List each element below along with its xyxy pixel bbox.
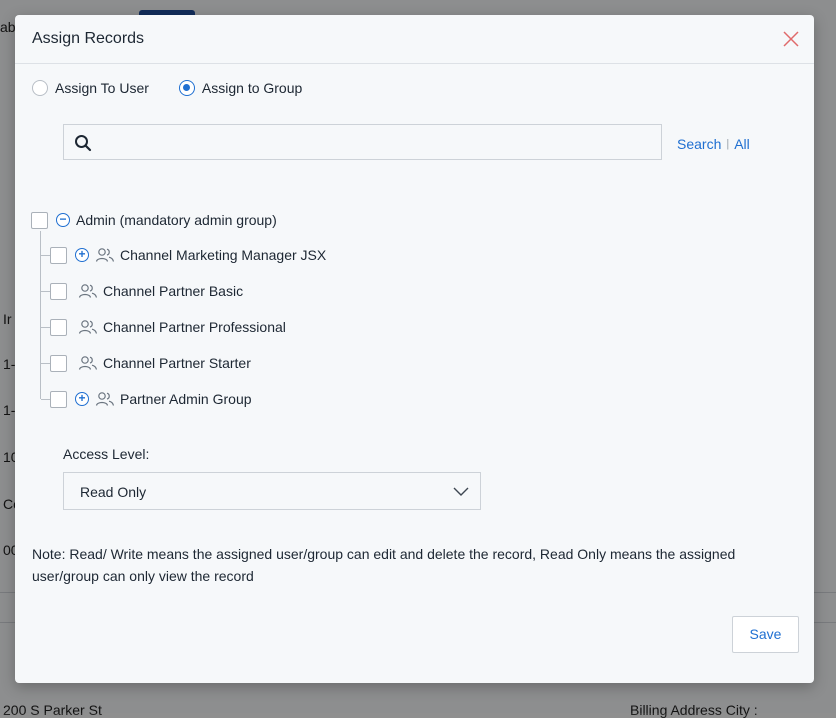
tree-connector xyxy=(41,363,50,364)
user-group-icon xyxy=(78,356,98,370)
user-group-icon xyxy=(78,320,98,334)
access-level-select[interactable]: Read Only xyxy=(63,472,481,510)
chevron-down-icon xyxy=(453,487,469,496)
tree-node-channel-partner-basic: Channel Partner Basic xyxy=(50,281,243,301)
user-group-icon xyxy=(95,248,115,262)
tree-connector xyxy=(40,231,41,399)
group-tree: − Admin (mandatory admin group) + Channe… xyxy=(31,210,531,430)
tree-node-channel-partner-starter: Channel Partner Starter xyxy=(50,353,251,373)
tree-node-channel-partner-professional: Channel Partner Professional xyxy=(50,317,286,337)
tree-node-label: Partner Admin Group xyxy=(120,391,252,407)
tree-connector xyxy=(41,255,50,256)
tree-node-checkbox[interactable] xyxy=(50,246,67,264)
tree-node-label: Channel Partner Professional xyxy=(103,319,286,335)
tree-node-channel-marketing-manager-jsx: + Channel Marketing Manager JSX xyxy=(50,245,326,265)
tree-node-label: Channel Marketing Manager JSX xyxy=(120,247,327,263)
assign-to-user-label: Assign To User xyxy=(55,80,149,96)
tree-node-checkbox[interactable] xyxy=(50,318,67,336)
assign-to-group-label: Assign to Group xyxy=(201,80,303,96)
tree-node-checkbox[interactable] xyxy=(50,282,67,300)
assign-to-group-option[interactable]: Assign to Group xyxy=(178,80,303,96)
assign-to-user-option[interactable]: Assign To User xyxy=(32,80,149,96)
save-button[interactable]: Save xyxy=(732,616,799,653)
tree-node-checkbox[interactable] xyxy=(50,390,67,408)
tree-node-label: Admin (mandatory admin group) xyxy=(76,212,277,228)
search-links: Search | All xyxy=(677,136,750,152)
assign-to-group-radio[interactable] xyxy=(178,80,195,96)
assign-to-user-radio[interactable] xyxy=(32,80,48,96)
search-field[interactable] xyxy=(63,124,662,161)
assign-type-radio-group: Assign To User Assign to Group xyxy=(32,80,332,96)
search-icon xyxy=(75,135,92,152)
expand-icon[interactable]: + xyxy=(75,392,89,406)
all-link[interactable]: All xyxy=(734,136,750,152)
tree-node-partner-admin-group: + Partner Admin Group xyxy=(50,389,252,409)
assign-records-modal: Assign Records Assign To User Assign to … xyxy=(15,15,814,683)
search-input[interactable] xyxy=(100,125,654,161)
search-link[interactable]: Search xyxy=(677,136,721,152)
close-icon[interactable] xyxy=(782,30,800,48)
user-group-icon xyxy=(95,392,115,406)
tree-node-label: Channel Partner Basic xyxy=(103,283,244,299)
modal-title: Assign Records xyxy=(32,30,145,47)
tree-node-label: Channel Partner Starter xyxy=(103,355,251,371)
access-level-value: Read Only xyxy=(80,484,147,500)
tree-connector xyxy=(41,399,50,400)
expand-icon[interactable]: + xyxy=(75,248,89,262)
collapse-icon[interactable]: − xyxy=(56,213,70,227)
tree-node-admin: − Admin (mandatory admin group) xyxy=(31,210,277,230)
access-level-label: Access Level: xyxy=(63,446,150,462)
tree-node-checkbox[interactable] xyxy=(31,211,48,229)
user-group-icon xyxy=(78,284,98,298)
tree-node-checkbox[interactable] xyxy=(50,354,67,372)
access-note: Note: Read/ Write means the assigned use… xyxy=(32,546,736,584)
tree-connector xyxy=(41,291,50,292)
tree-connector xyxy=(41,327,50,328)
search-links-separator: | xyxy=(726,138,730,150)
modal-header: Assign Records xyxy=(15,15,814,64)
